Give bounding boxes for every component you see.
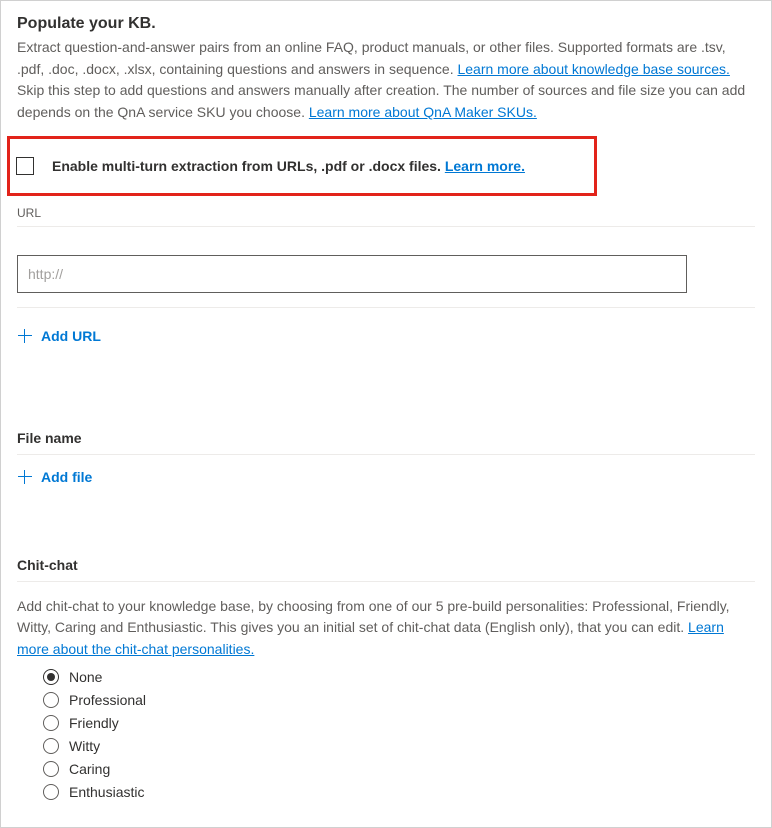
radio-button-icon <box>43 784 59 800</box>
radio-button-icon <box>43 669 59 685</box>
radio-option-friendly[interactable]: Friendly <box>43 715 755 731</box>
radio-button-icon <box>43 738 59 754</box>
plus-icon <box>17 328 33 344</box>
kb-sources-link[interactable]: Learn more about knowledge base sources. <box>457 61 729 77</box>
divider <box>17 581 755 582</box>
chitchat-radio-group: None Professional Friendly Witty Caring Enthu… <box>17 669 755 800</box>
multiturn-checkbox[interactable] <box>16 157 34 175</box>
add-file-label: Add file <box>41 469 92 485</box>
radio-button-icon <box>43 761 59 777</box>
radio-label: Professional <box>69 692 146 708</box>
populate-kb-panel: Populate your KB. Extract question-and-a… <box>0 0 772 828</box>
radio-label: Caring <box>69 761 110 777</box>
add-url-label: Add URL <box>41 328 101 344</box>
radio-label: None <box>69 669 102 685</box>
multiturn-text: Enable multi-turn extraction from URLs, … <box>52 158 445 174</box>
radio-option-caring[interactable]: Caring <box>43 761 755 777</box>
file-name-heading: File name <box>17 430 755 446</box>
radio-button-icon <box>43 692 59 708</box>
multiturn-learn-more-link[interactable]: Learn more. <box>445 158 525 174</box>
radio-option-professional[interactable]: Professional <box>43 692 755 708</box>
url-input[interactable] <box>17 255 687 293</box>
multiturn-label: Enable multi-turn extraction from URLs, … <box>52 158 525 174</box>
add-file-button[interactable]: Add file <box>17 469 92 485</box>
radio-label: Enthusiastic <box>69 784 144 800</box>
radio-option-none[interactable]: None <box>43 669 755 685</box>
divider <box>17 454 755 455</box>
radio-option-witty[interactable]: Witty <box>43 738 755 754</box>
chitchat-desc-text: Add chit-chat to your knowledge base, by… <box>17 598 730 636</box>
divider <box>17 226 755 227</box>
divider <box>17 307 755 308</box>
radio-option-enthusiastic[interactable]: Enthusiastic <box>43 784 755 800</box>
section-heading: Populate your KB. <box>17 15 755 33</box>
section-description: Extract question-and-answer pairs from a… <box>17 37 755 124</box>
qna-skus-link[interactable]: Learn more about QnA Maker SKUs. <box>309 104 537 120</box>
radio-label: Friendly <box>69 715 119 731</box>
radio-button-icon <box>43 715 59 731</box>
multiturn-highlight-box: Enable multi-turn extraction from URLs, … <box>7 136 597 196</box>
url-label: URL <box>17 206 755 220</box>
chitchat-description: Add chit-chat to your knowledge base, by… <box>17 596 755 661</box>
radio-label: Witty <box>69 738 100 754</box>
add-url-button[interactable]: Add URL <box>17 328 101 344</box>
plus-icon <box>17 469 33 485</box>
chitchat-heading: Chit-chat <box>17 557 755 573</box>
